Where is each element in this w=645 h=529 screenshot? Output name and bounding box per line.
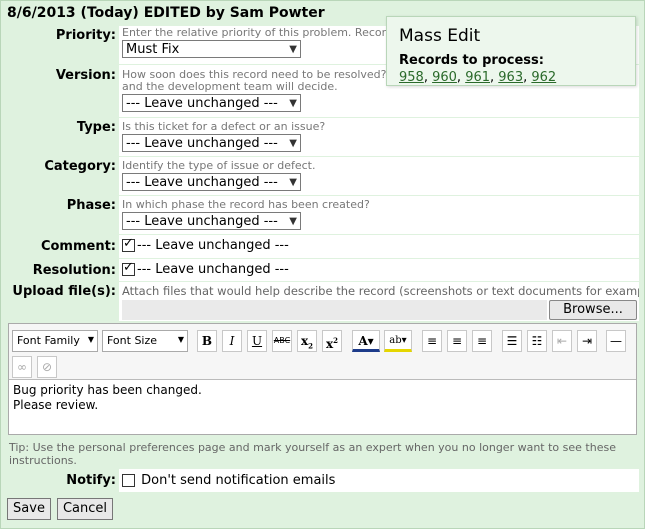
phase-field: In which phase the record has been creat… — [119, 196, 639, 234]
category-value: --- Leave unchanged --- — [126, 174, 278, 190]
phase-value: --- Leave unchanged --- — [126, 213, 278, 229]
type-value: --- Leave unchanged --- — [126, 135, 278, 151]
editor-line: Please review. — [13, 398, 99, 412]
upload-row: Upload file(s): Attach files that would … — [8, 282, 639, 322]
category-row: Category: Identify the type of issue or … — [8, 157, 639, 196]
comment-label: Comment: — [8, 235, 119, 258]
highlight-color-icon[interactable]: ab▾ — [384, 330, 412, 352]
phase-row: Phase: In which phase the record has bee… — [8, 196, 639, 235]
record-link[interactable]: 958 — [399, 70, 424, 85]
record-link[interactable]: 960 — [432, 70, 457, 85]
notify-row: Notify: Don't send notification emails — [8, 469, 639, 493]
file-path-display[interactable] — [122, 300, 547, 320]
font-size-select[interactable]: Font Size ▼ — [102, 330, 188, 352]
category-select[interactable]: --- Leave unchanged --- ▼ — [122, 173, 301, 191]
font-family-label: Font Family — [17, 334, 80, 347]
notify-label: Notify: — [8, 469, 119, 492]
align-center-icon[interactable]: ≡ — [447, 330, 467, 352]
outdent-icon[interactable]: ⇤ — [552, 330, 572, 352]
strikethrough-icon[interactable]: ABC — [272, 330, 292, 352]
phase-hint: In which phase the record has been creat… — [122, 199, 370, 211]
text-color-icon[interactable]: A▾ — [352, 330, 380, 352]
upload-field: Attach files that would help describe th… — [119, 282, 639, 321]
mass-edit-form: 8/6/2013 (Today) EDITED by Sam Powter Pr… — [0, 0, 645, 529]
bullet-list-icon[interactable]: ☰ — [502, 330, 522, 352]
record-link[interactable]: 961 — [465, 70, 490, 85]
mass-edit-panel: Mass Edit Records to process: 958, 960, … — [386, 16, 636, 86]
resolution-checkbox[interactable] — [122, 260, 135, 276]
indent-icon[interactable]: ⇥ — [577, 330, 597, 352]
tip-text: Tip: Use the personal preferences page a… — [9, 441, 616, 467]
upload-label: Upload file(s): — [8, 282, 119, 321]
resolution-label: Resolution: — [8, 259, 119, 281]
record-link[interactable]: 962 — [531, 70, 556, 85]
version-value: --- Leave unchanged --- — [126, 95, 278, 111]
type-field: Is this ticket for a defect or an issue?… — [119, 118, 639, 156]
editor-toolbar: Font Family ▼ Font Size ▼ B I U ABC x2 x… — [9, 324, 636, 380]
underline-icon[interactable]: U — [247, 330, 267, 352]
page-title: 8/6/2013 (Today) EDITED by Sam Powter — [7, 5, 325, 21]
category-hint: Identify the type of issue or defect. — [122, 160, 316, 172]
chevron-down-icon: ▼ — [289, 176, 297, 188]
bold-icon[interactable]: B — [197, 330, 217, 352]
chevron-down-icon: ▼ — [289, 137, 297, 149]
type-row: Type: Is this ticket for a defect or an … — [8, 118, 639, 157]
version-select[interactable]: --- Leave unchanged --- ▼ — [122, 94, 301, 112]
editor-line: Bug priority has been changed. — [13, 383, 202, 397]
priority-label: Priority: — [8, 26, 119, 64]
subscript-icon[interactable]: x2 — [297, 330, 317, 352]
notify-checkbox[interactable] — [122, 474, 135, 487]
mass-edit-title: Mass Edit — [399, 26, 481, 46]
record-link[interactable]: 963 — [498, 70, 523, 85]
editor-content[interactable]: Bug priority has been changed. Please re… — [13, 383, 202, 413]
resolution-row: Resolution: --- Leave unchanged --- — [8, 259, 639, 282]
unlink-icon[interactable]: ⊘ — [37, 356, 57, 378]
italic-icon[interactable]: I — [222, 330, 242, 352]
priority-value: Must Fix — [126, 41, 180, 57]
resolution-field: --- Leave unchanged --- — [119, 259, 639, 281]
category-field: Identify the type of issue or defect. --… — [119, 157, 639, 195]
type-select[interactable]: --- Leave unchanged --- ▼ — [122, 134, 301, 152]
category-label: Category: — [8, 157, 119, 195]
font-size-label: Font Size — [107, 334, 158, 347]
chevron-down-icon: ▼ — [289, 43, 297, 55]
upload-hint: Attach files that would help describe th… — [122, 285, 639, 297]
comment-editor: Font Family ▼ Font Size ▼ B I U ABC x2 x… — [8, 323, 637, 435]
align-left-icon[interactable]: ≡ — [422, 330, 442, 352]
priority-select[interactable]: Must Fix ▼ — [122, 40, 301, 58]
comment-row: Comment: --- Leave unchanged --- — [8, 235, 639, 259]
chevron-down-icon: ▼ — [87, 335, 94, 344]
superscript-icon[interactable]: x2 — [322, 330, 342, 352]
save-button[interactable]: Save — [7, 498, 51, 520]
numbered-list-icon[interactable]: ☷ — [527, 330, 547, 352]
phase-select[interactable]: --- Leave unchanged --- ▼ — [122, 212, 301, 230]
horizontal-rule-icon[interactable]: — — [606, 330, 626, 352]
chevron-down-icon: ▼ — [289, 97, 297, 109]
comment-field: --- Leave unchanged --- — [119, 235, 639, 258]
resolution-text: --- Leave unchanged --- — [137, 262, 289, 277]
cancel-button[interactable]: Cancel — [57, 498, 113, 520]
type-label: Type: — [8, 118, 119, 156]
align-right-icon[interactable]: ≡ — [472, 330, 492, 352]
notify-field: Don't send notification emails — [119, 469, 639, 492]
version-label: Version: — [8, 65, 119, 117]
chevron-down-icon: ▼ — [289, 215, 297, 227]
comment-checkbox[interactable] — [122, 236, 135, 252]
records-subtitle: Records to process: — [399, 53, 544, 68]
phase-label: Phase: — [8, 196, 119, 234]
font-family-select[interactable]: Font Family ▼ — [12, 330, 98, 352]
records-list: 958, 960, 961, 963, 962 — [399, 70, 557, 85]
type-hint: Is this ticket for a defect or an issue? — [122, 121, 326, 133]
chevron-down-icon: ▼ — [177, 335, 184, 344]
comment-text: --- Leave unchanged --- — [137, 238, 289, 253]
browse-button[interactable]: Browse... — [549, 300, 637, 320]
link-icon[interactable]: ∞ — [12, 356, 32, 378]
notify-text: Don't send notification emails — [141, 473, 336, 488]
